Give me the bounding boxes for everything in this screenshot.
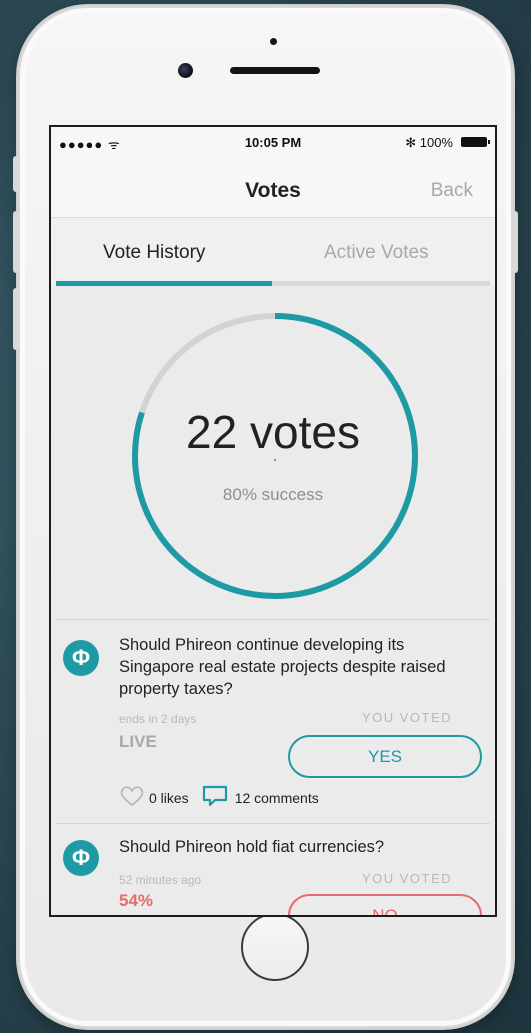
power-button — [512, 211, 518, 273]
votes-count: 22 votes — [186, 406, 360, 458]
vote-status: 54% — [119, 891, 154, 910]
phi-icon: Φ — [63, 640, 99, 676]
you-voted-label: YOU VOTED — [361, 710, 453, 725]
vote-status: LIVE — [119, 732, 157, 751]
tab-vote-history[interactable]: Vote History — [103, 242, 205, 264]
engagement-row: 0 likes 12 comments — [119, 784, 319, 811]
vote-card[interactable]: Φ Should Phireon continue developing its… — [51, 619, 495, 824]
proximity-sensor — [270, 38, 277, 45]
vote-question: Should Phireon hold fiat currencies? — [119, 838, 385, 856]
tab-bar: Vote History Active Votes — [51, 218, 495, 286]
heart-icon[interactable] — [119, 785, 145, 810]
battery-label: ✻ 100% — [405, 135, 453, 150]
volume-up-button — [13, 211, 19, 273]
vote-no-button[interactable]: NO — [288, 894, 482, 915]
tab-active-votes[interactable]: Active Votes — [324, 242, 429, 264]
ring-center-dot — [274, 459, 276, 461]
vote-card[interactable]: Φ Should Phireon hold fiat currencies? 5… — [51, 824, 495, 915]
status-bar: ●●●●● ᯤ 10:05 PM ✻ 100% — [51, 127, 495, 157]
comment-icon[interactable] — [201, 784, 229, 811]
volume-down-button — [13, 288, 19, 350]
page-title: Votes — [245, 179, 301, 202]
front-camera — [178, 63, 193, 78]
tab-active-indicator — [56, 281, 272, 286]
earpiece-speaker — [230, 67, 320, 74]
app-screen: ●●●●● ᯤ 10:05 PM ✻ 100% Votes Back Vote … — [49, 125, 497, 917]
home-button[interactable] — [241, 913, 309, 981]
likes-count: 0 likes — [149, 789, 189, 806]
phi-icon: Φ — [63, 840, 99, 876]
mute-switch — [13, 156, 19, 192]
you-voted-label: YOU VOTED — [361, 871, 453, 886]
comments-count: 12 comments — [234, 789, 319, 806]
success-rate: 80% success — [222, 485, 324, 504]
nav-bar: Votes Back — [51, 157, 495, 218]
vote-yes-button[interactable]: YES — [288, 735, 482, 778]
vote-meta: 52 minutes ago — [119, 873, 202, 887]
vote-meta: ends in 2 days — [119, 712, 197, 726]
battery-icon — [461, 137, 490, 147]
vote-question: Should Phireon continue developing its S… — [119, 636, 446, 698]
back-button[interactable]: Back — [431, 180, 473, 202]
